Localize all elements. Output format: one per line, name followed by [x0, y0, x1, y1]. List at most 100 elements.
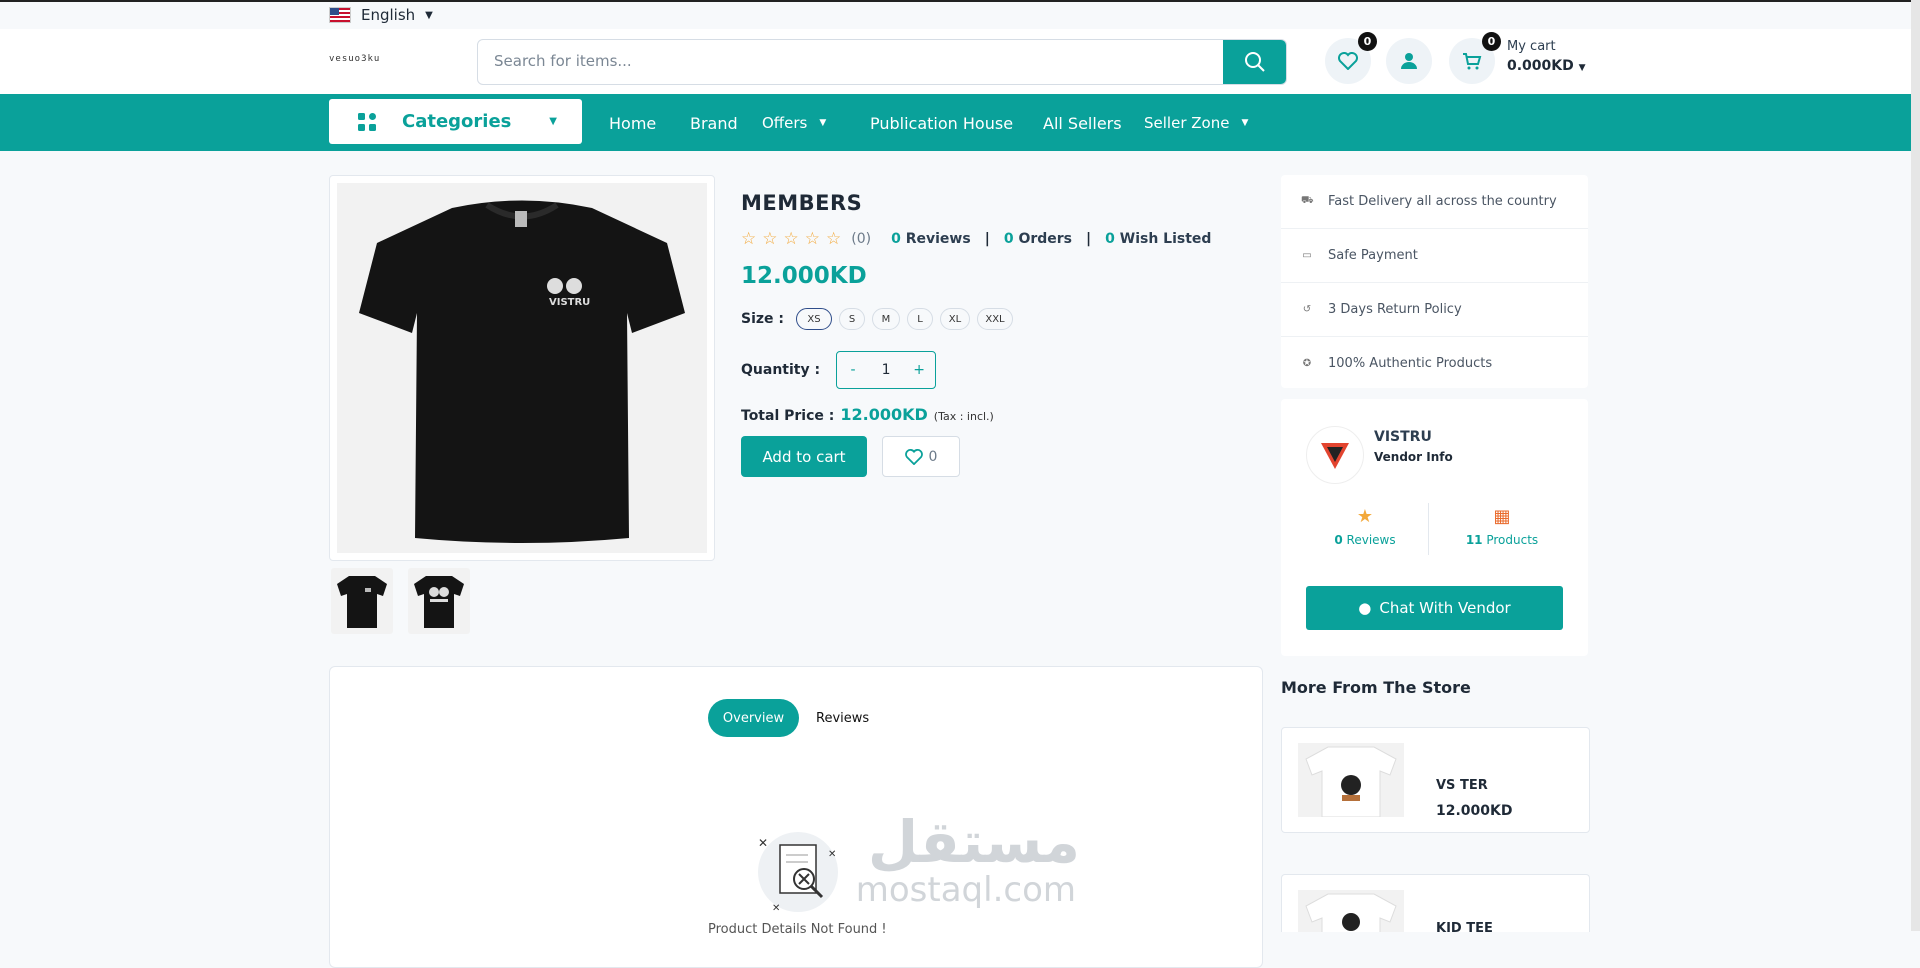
tab-reviews[interactable]: Reviews: [816, 699, 869, 737]
size-option-xs[interactable]: XS: [796, 308, 832, 330]
add-to-cart-button[interactable]: Add to cart: [741, 436, 867, 477]
caret-down-icon: ▼: [1241, 118, 1249, 128]
rating-row: ☆ ☆ ☆ ☆ ☆ (0) 0 Reviews | 0 Orders | 0 W…: [741, 229, 1211, 249]
caret-down-icon: ▼: [819, 118, 827, 128]
products-icon: ▦: [1493, 506, 1511, 527]
vendor-logo[interactable]: [1306, 426, 1364, 484]
nav-home[interactable]: Home: [609, 114, 656, 133]
size-label: Size :: [741, 311, 784, 327]
store-product-card[interactable]: KID TEE: [1281, 874, 1590, 932]
categories-label: Categories: [402, 111, 512, 132]
tshirt-thumb: [414, 576, 464, 628]
card-icon: ▭: [1302, 250, 1312, 261]
certificate-icon: ✪: [1302, 358, 1312, 369]
product-main-image[interactable]: VISTRU: [329, 175, 715, 561]
store-product-card[interactable]: VS TER 12.000KD: [1281, 727, 1590, 833]
caret-down-icon: ▼: [1578, 63, 1586, 73]
page-scrollbar[interactable]: [1911, 0, 1920, 931]
star-outline-icon: ☆: [826, 229, 842, 249]
header: vesuo3ku 0 0 My cart 0.000KD ▼: [0, 29, 1920, 94]
chat-with-vendor-button[interactable]: ● Chat With Vendor: [1306, 586, 1563, 630]
vendor-products: ▦ 11 Products: [1442, 506, 1562, 547]
star-outline-icon: ☆: [741, 229, 757, 249]
language-label: English: [361, 6, 416, 24]
thumbnail-2[interactable]: [408, 568, 470, 634]
cart-total: 0.000KD ▼: [1507, 58, 1586, 74]
qty-value[interactable]: 1: [870, 362, 902, 378]
account-button[interactable]: [1386, 38, 1432, 84]
watermark: مستقل mostaql.com: [750, 808, 1080, 910]
add-to-wishlist-button[interactable]: 0: [882, 436, 960, 477]
categories-grid-icon: [358, 112, 376, 131]
cart-count-badge: 0: [1482, 32, 1501, 51]
cart-icon: [1463, 53, 1482, 70]
vendor-card: VISTRU Vendor Info ★ 0 Reviews ▦ 11 Prod…: [1281, 399, 1588, 656]
size-selector: Size : XS S M L XL XXL: [741, 308, 1020, 330]
site-logo[interactable]: vesuo3ku: [329, 54, 380, 64]
star-outline-icon: ☆: [804, 229, 820, 249]
nav-seller-zone[interactable]: Seller Zone ▼: [1144, 114, 1248, 132]
rating-count: (0): [851, 231, 872, 247]
size-option-xxl[interactable]: XXL: [977, 308, 1013, 330]
size-option-m[interactable]: M: [872, 308, 900, 330]
return-icon: ↺: [1302, 304, 1312, 315]
language-selector[interactable]: English ▼: [329, 6, 433, 24]
size-option-s[interactable]: S: [839, 308, 865, 330]
orders-stat: 0 Orders: [1003, 231, 1072, 247]
tshirt-thumb: [337, 576, 387, 628]
feature-item: ↺ 3 Days Return Policy: [1281, 283, 1588, 337]
caret-down-icon: ▼: [549, 116, 557, 127]
cart-button[interactable]: 0: [1449, 32, 1501, 84]
nav-brand[interactable]: Brand: [690, 114, 738, 133]
product-title: MEMBERS: [741, 191, 863, 215]
size-option-l[interactable]: L: [907, 308, 933, 330]
vendor-reviews: ★ 0 Reviews: [1305, 506, 1425, 547]
qty-increment-button[interactable]: +: [903, 362, 935, 378]
vendor-name[interactable]: VISTRU: [1374, 429, 1432, 445]
white-tshirt-image: [1305, 746, 1397, 817]
store-product-name: VS TER: [1436, 778, 1488, 793]
tax-note: (Tax : incl.): [933, 410, 994, 423]
store-product-price: 12.000KD: [1436, 803, 1513, 819]
product-price: 12.000KD: [741, 263, 867, 289]
categories-dropdown[interactable]: Categories ▼: [329, 99, 582, 144]
vendor-info-label: Vendor Info: [1374, 450, 1453, 464]
wishlist-stat: 0 Wish Listed: [1105, 231, 1212, 247]
separator: |: [1086, 231, 1092, 247]
nav-publication-house[interactable]: Publication House: [870, 114, 1013, 133]
feature-item: ▭ Safe Payment: [1281, 229, 1588, 283]
feature-item: ⛟ Fast Delivery all across the country: [1281, 175, 1588, 229]
divider: [1428, 503, 1429, 555]
tab-overview[interactable]: Overview: [708, 699, 799, 737]
wishlist-count-badge: 0: [1358, 32, 1377, 51]
chat-icon: ●: [1358, 599, 1372, 617]
quantity-stepper: - 1 +: [836, 351, 937, 389]
cart-label: My cart: [1507, 39, 1556, 54]
wishlist-button[interactable]: 0: [1325, 32, 1377, 84]
search-bar: [477, 39, 1287, 85]
size-option-xl[interactable]: XL: [940, 308, 970, 330]
white-tshirt-image: [1298, 890, 1404, 932]
vendor-v-logo: [1321, 443, 1349, 469]
star-outline-icon: ☆: [783, 229, 799, 249]
nav-offers[interactable]: Offers ▼: [762, 114, 826, 132]
watermark-latin: mostaql.com: [855, 870, 1076, 910]
store-product-name: KID TEE: [1436, 921, 1493, 932]
quantity-label: Quantity :: [741, 362, 821, 378]
store-features: ⛟ Fast Delivery all across the country ▭ S…: [1281, 175, 1588, 388]
empty-details-text: Product Details Not Found !: [708, 922, 887, 937]
cart-summary[interactable]: My cart 0.000KD ▼: [1507, 39, 1586, 74]
heart-icon: [904, 448, 923, 465]
feature-item: ✪ 100% Authentic Products: [1302, 356, 1493, 371]
total-price-row: Total Price : 12.000KD (Tax : incl.): [741, 405, 994, 424]
thumbnail-1[interactable]: [331, 568, 393, 634]
nav-all-sellers[interactable]: All Sellers: [1043, 114, 1122, 133]
search-input[interactable]: [478, 40, 1240, 82]
search-button[interactable]: [1223, 40, 1286, 84]
user-icon: [1401, 53, 1417, 69]
watermark-arabic: مستقل: [867, 808, 1080, 876]
image-brand-text: VISTRU: [549, 297, 590, 308]
total-value: 12.000KD: [840, 405, 928, 424]
wish-count: 0: [928, 448, 938, 465]
qty-decrement-button[interactable]: -: [837, 362, 869, 378]
